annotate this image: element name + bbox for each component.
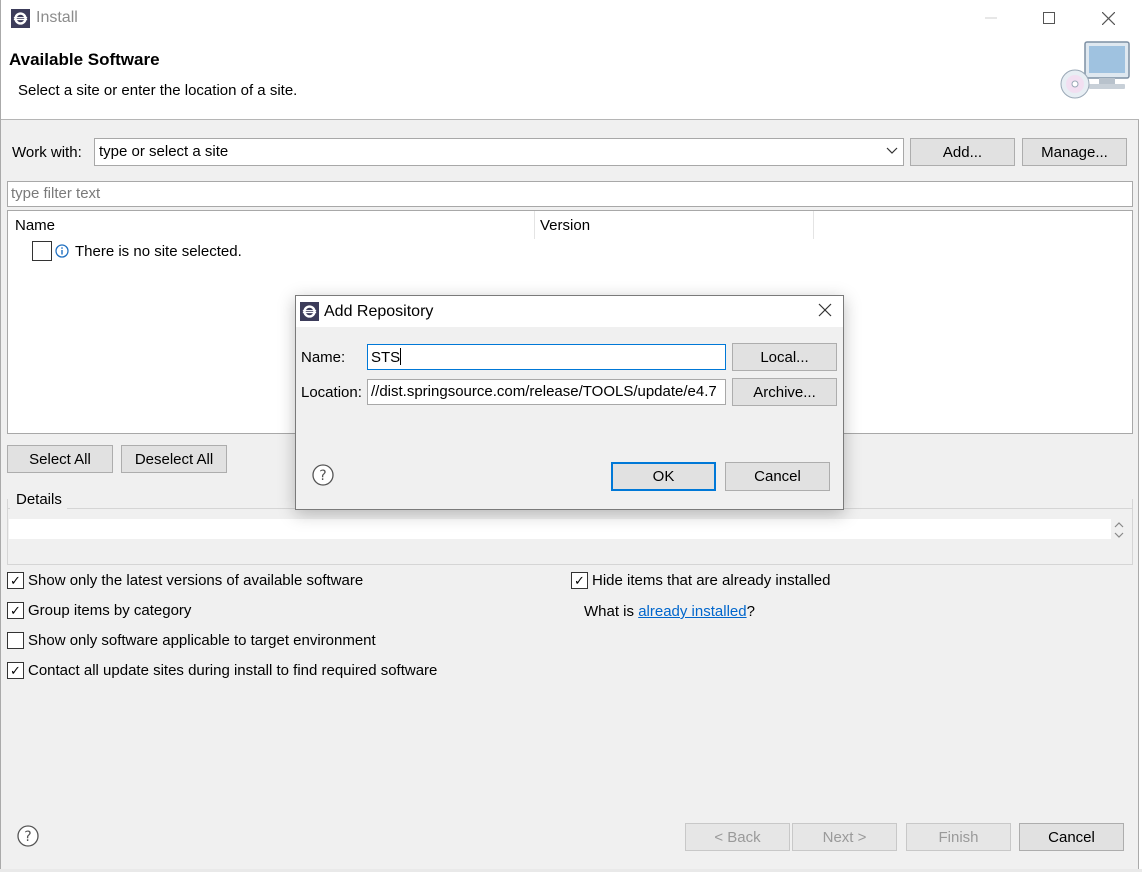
info-icon	[55, 244, 69, 258]
help-icon[interactable]: ?	[16, 824, 40, 848]
column-separator[interactable]	[534, 211, 535, 239]
manage-sites-button[interactable]: Manage...	[1022, 138, 1127, 166]
add-site-button[interactable]: Add...	[910, 138, 1015, 166]
minimize-icon	[985, 17, 997, 19]
checkbox-latest-versions[interactable]: ✓	[7, 572, 24, 589]
already-installed-suffix: ?	[746, 603, 755, 620]
option-group-by-category[interactable]: ✓ Group items by category	[7, 602, 191, 619]
close-button[interactable]	[1079, 0, 1137, 36]
checkbox-contact-update-sites[interactable]: ✓	[7, 662, 24, 679]
filter-input[interactable]: type filter text	[7, 181, 1133, 207]
details-group-border	[7, 508, 10, 509]
already-installed-link[interactable]: already installed	[638, 603, 746, 620]
name-value: STS	[371, 349, 401, 366]
maximize-button[interactable]	[1020, 0, 1078, 36]
tree-row[interactable]: There is no site selected.	[32, 241, 242, 261]
name-field[interactable]: STS	[367, 344, 726, 370]
column-separator[interactable]	[813, 211, 814, 239]
option-hide-installed[interactable]: ✓ Hide items that are already installed	[571, 572, 830, 589]
no-site-message: There is no site selected.	[75, 242, 242, 260]
window-title: Install	[36, 9, 78, 26]
maximize-icon	[1043, 12, 1055, 24]
svg-text:?: ?	[319, 468, 326, 484]
checkbox-hide-installed[interactable]: ✓	[571, 572, 588, 589]
column-header-name[interactable]: Name	[15, 217, 55, 234]
work-with-label: Work with:	[12, 144, 82, 161]
scroll-arrows-icon[interactable]	[1113, 519, 1125, 541]
option-label: Contact all update sites during install …	[28, 662, 438, 679]
option-label: Group items by category	[28, 602, 192, 619]
name-label: Name:	[301, 349, 346, 366]
checkbox-group-by-category[interactable]: ✓	[7, 602, 24, 619]
location-field[interactable]: //dist.springsource.com/release/TOOLS/up…	[367, 379, 726, 405]
dialog-cancel-button[interactable]: Cancel	[725, 462, 830, 491]
option-label: Show only the latest versions of availab…	[28, 572, 364, 589]
chevron-down-icon	[886, 147, 898, 154]
text-caret	[400, 348, 402, 365]
local-button[interactable]: Local...	[732, 343, 837, 371]
details-label: Details	[16, 491, 62, 508]
already-installed-text: What is already installed?	[584, 603, 755, 620]
eclipse-app-icon	[300, 302, 319, 321]
close-icon	[1101, 11, 1115, 25]
wizard-cancel-button[interactable]: Cancel	[1019, 823, 1124, 851]
help-icon[interactable]: ?	[311, 463, 335, 487]
finish-button[interactable]: Finish	[906, 823, 1011, 851]
option-label: Hide items that are already installed	[592, 572, 831, 589]
install-banner-icon	[1060, 41, 1130, 99]
deselect-all-button[interactable]: Deselect All	[121, 445, 227, 473]
select-all-button[interactable]: Select All	[7, 445, 113, 473]
close-icon[interactable]	[817, 302, 833, 318]
dialog-title-bar: Add Repository	[296, 296, 843, 327]
work-with-combo[interactable]: type or select a site	[94, 138, 904, 166]
wizard-header: Available Software Select a site or ente…	[1, 36, 1139, 120]
option-target-environment[interactable]: Show only software applicable to target …	[7, 632, 376, 649]
add-repository-dialog: Add Repository Name: STS Local... Locati…	[295, 295, 844, 510]
option-label: Show only software applicable to target …	[28, 632, 376, 649]
location-label: Location:	[301, 384, 362, 401]
eclipse-app-icon	[11, 9, 30, 28]
checkbox-target-environment[interactable]	[7, 632, 24, 649]
ok-button[interactable]: OK	[611, 462, 716, 491]
page-subtitle: Select a site or enter the location of a…	[18, 82, 298, 99]
option-latest-versions[interactable]: ✓ Show only the latest versions of avail…	[7, 572, 363, 589]
details-text	[9, 519, 1111, 539]
tree-row-checkbox[interactable]	[32, 241, 52, 261]
dialog-title: Add Repository	[324, 303, 434, 320]
page-title: Available Software	[9, 50, 160, 69]
back-button[interactable]: < Back	[685, 823, 790, 851]
title-bar: Install	[1, 0, 1139, 36]
work-with-value: type or select a site	[99, 143, 229, 160]
next-button[interactable]: Next >	[792, 823, 897, 851]
column-header-version[interactable]: Version	[540, 217, 590, 234]
minimize-button[interactable]	[962, 0, 1020, 36]
archive-button[interactable]: Archive...	[732, 378, 837, 406]
already-installed-prefix: What is	[584, 603, 639, 620]
svg-text:?: ?	[24, 829, 31, 845]
option-contact-update-sites[interactable]: ✓ Contact all update sites during instal…	[7, 662, 437, 679]
